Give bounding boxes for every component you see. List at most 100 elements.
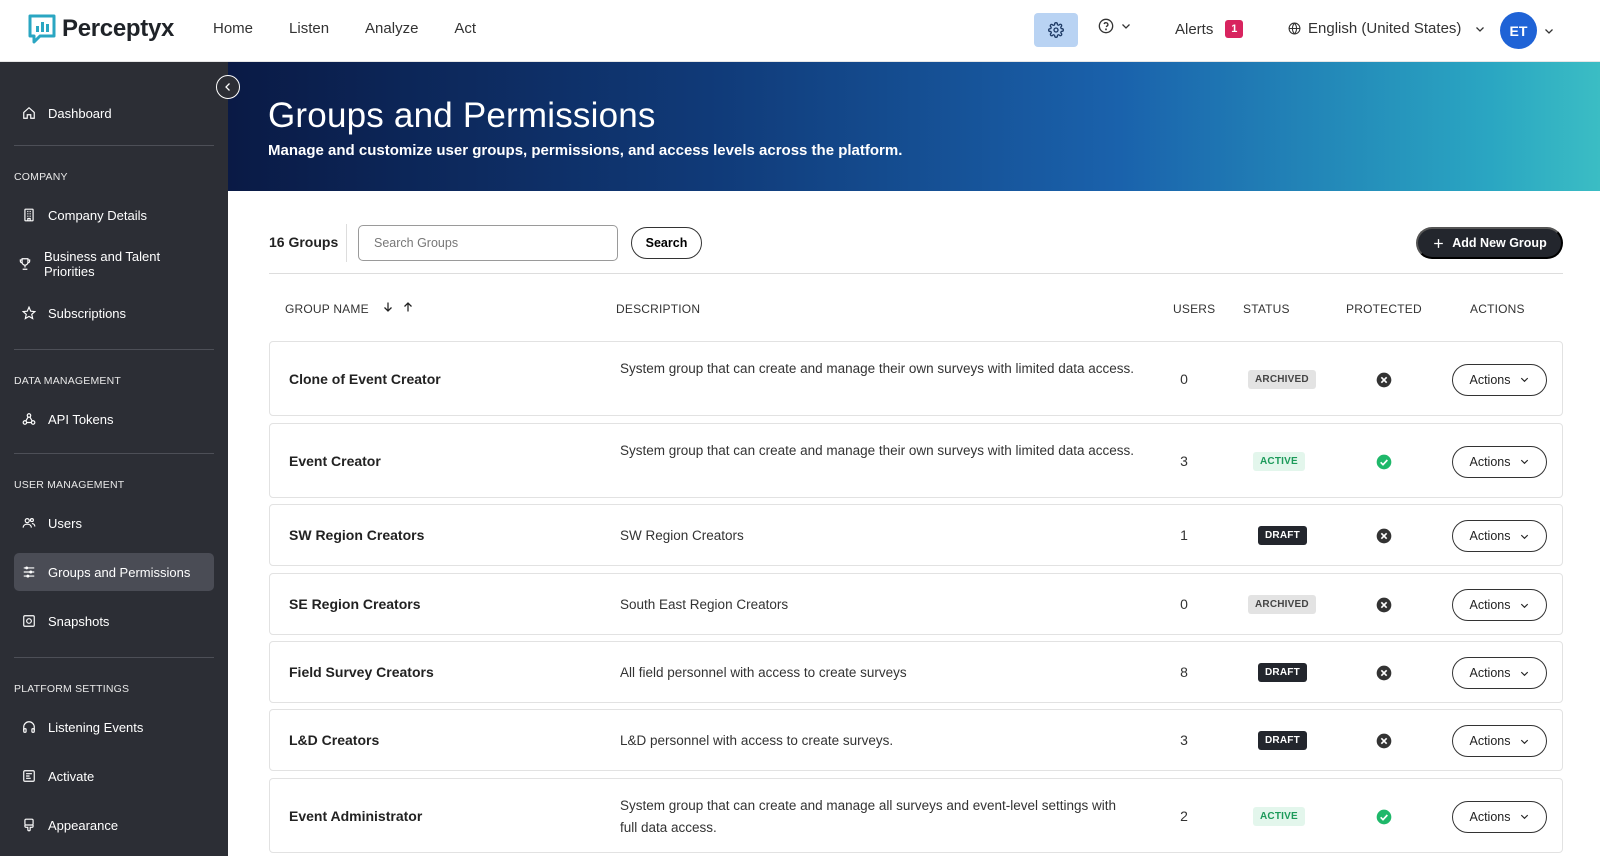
chevron-down-icon [1122,24,1130,29]
sidebar-item-label: Users [48,515,82,531]
top-navigation-bar: Perceptyx Home Listen Analyze Act Alerts… [0,0,1600,62]
x-circle-icon [1376,528,1392,544]
star-icon [22,306,36,320]
chevron-left-icon [225,83,230,91]
group-name[interactable]: Event Administrator [289,808,422,824]
chevron-down-icon [1520,377,1528,383]
nav-act[interactable]: Act [454,20,476,37]
table-row: Event Administrator System group that can… [269,778,1563,853]
column-header-group-name: GROUP NAME [285,302,369,316]
sidebar-item-api-tokens[interactable]: API Tokens [14,400,214,438]
camera-icon [23,615,35,627]
group-name[interactable]: L&D Creators [289,732,379,748]
row-actions-button[interactable]: Actions [1452,363,1547,396]
settings-button[interactable] [1034,13,1078,47]
chevron-down-icon [1520,459,1528,465]
row-actions-button[interactable]: Actions [1452,725,1547,757]
row-actions-button[interactable]: Actions [1452,800,1547,833]
groups-count: 16 Groups [269,234,339,250]
user-count: 8 [1180,664,1188,680]
status-badge: ACTIVE [1253,451,1305,471]
plus-icon [1434,238,1444,248]
section-data-management: DATA MANAGEMENT [14,375,122,387]
table-row: Event Creator System group that can creat… [269,423,1563,498]
chevron-down-icon [1545,28,1553,34]
user-count: 0 [1180,370,1188,387]
check-circle-icon [1376,454,1392,469]
section-company: COMPANY [14,171,68,183]
sidebar-item-company-details[interactable]: Company Details [14,196,214,234]
sidebar-item-label: API Tokens [48,411,114,427]
group-name[interactable]: Clone of Event Creator [289,371,441,387]
building-icon [24,208,34,222]
column-header-users: USERS [1173,302,1216,316]
user-count: 3 [1180,452,1188,469]
section-user-management: USER MANAGEMENT [14,479,125,491]
chevron-down-icon [1520,534,1528,539]
user-menu[interactable]: ET [1500,12,1555,49]
sidebar-item-appearance[interactable]: Appearance [14,806,214,844]
sidebar-item-groups-permissions[interactable]: Groups and Permissions [14,553,214,591]
language-selector[interactable]: English (United States) [1288,20,1486,37]
main-nav: Home Listen Analyze Act [213,20,476,37]
help-icon [1098,18,1114,34]
table-row: Clone of Event Creator System group that … [269,341,1563,416]
sidebar-item-users[interactable]: Users [14,504,214,542]
group-name[interactable]: Event Creator [289,453,381,469]
x-circle-icon [1376,597,1392,613]
group-name[interactable]: SW Region Creators [289,527,424,543]
page-header-banner: Groups and Permissions Manage and custom… [228,62,1600,191]
globe-icon [1288,22,1301,35]
group-description: SW Region Creators [620,528,744,543]
alerts-count-badge: 1 [1225,20,1244,38]
sidebar-item-label: Groups and Permissions [48,564,191,580]
actions-label: Actions [1469,372,1511,387]
nav-listen[interactable]: Listen [289,20,329,37]
row-actions-button[interactable]: Actions [1452,445,1547,478]
table-row: SE Region Creators South East Region Crea… [269,573,1563,635]
chevron-down-icon [1520,603,1528,608]
check-circle-icon [1376,809,1392,824]
users-icon [22,518,36,528]
row-actions-button[interactable]: Actions [1452,520,1547,552]
sidebar-item-snapshots[interactable]: Snapshots [14,602,214,640]
brand-logo[interactable]: Perceptyx [28,14,174,44]
nav-home[interactable]: Home [213,20,253,37]
chevron-down-icon [1476,26,1485,32]
row-actions-button[interactable]: Actions [1452,657,1547,689]
help-menu-button[interactable] [1098,18,1132,34]
brush-icon [24,818,34,832]
sidebar-item-label: Subscriptions [48,305,127,321]
sort-descending-icon[interactable] [382,300,394,314]
row-actions-button[interactable]: Actions [1452,589,1547,621]
sidebar-item-activate[interactable]: Activate [14,757,214,795]
sidebar-item-subscriptions[interactable]: Subscriptions [14,294,214,332]
collapse-sidebar-button[interactable] [216,75,240,99]
actions-label: Actions [1469,734,1511,748]
add-new-group-button[interactable]: Add New Group [1416,227,1563,259]
column-header-status: STATUS [1243,302,1290,316]
search-groups-input[interactable] [358,225,618,261]
user-count: 1 [1180,527,1188,543]
group-description: South East Region Creators [620,597,789,612]
group-name[interactable]: SE Region Creators [289,596,420,612]
status-badge: DRAFT [1258,731,1307,750]
column-header-description: DESCRIPTION [616,302,701,316]
sort-ascending-icon[interactable] [402,300,414,314]
group-name[interactable]: Field Survey Creators [289,664,434,680]
trophy-icon [19,258,31,270]
sidebar-divider [14,349,214,350]
language-label: English (United States) [1308,20,1462,37]
search-button[interactable]: Search [631,227,702,259]
group-description: System group that can create and manage … [620,442,1135,458]
nav-analyze[interactable]: Analyze [365,20,418,37]
page-title: Groups and Permissions [268,96,656,135]
sidebar-item-dashboard[interactable]: Dashboard [14,94,214,132]
sidebar-item-business-priorities[interactable]: Business and Talent Priorities [14,245,214,283]
chevron-down-icon [1520,739,1528,744]
divider [269,273,1563,274]
group-description: L&D personnel with access to create surv… [620,733,894,748]
alerts-label: Alerts [1175,20,1214,38]
sidebar-item-listening-events[interactable]: Listening Events [14,708,214,746]
alerts-button[interactable]: Alerts 1 [1175,20,1244,38]
